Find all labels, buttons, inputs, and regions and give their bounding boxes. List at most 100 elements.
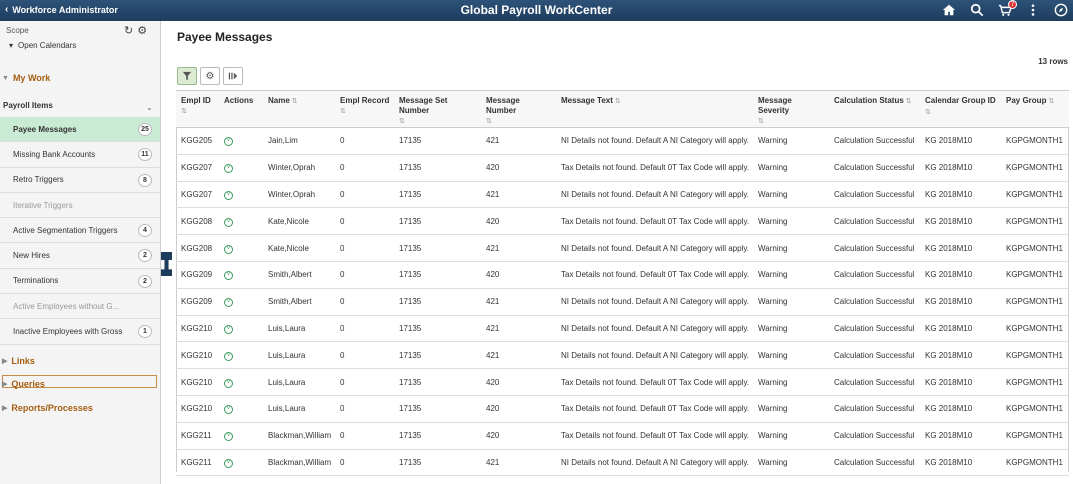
sort-icon[interactable]: ⇅ <box>290 98 298 105</box>
more-icon[interactable] <box>1025 2 1041 18</box>
actions-chevron-icon[interactable]: ˅ <box>224 164 233 174</box>
navbar-icon[interactable] <box>1053 2 1069 18</box>
filter-button[interactable] <box>177 67 197 85</box>
actions-chevron-icon[interactable]: ˅ <box>224 378 233 388</box>
settings-button[interactable]: ⚙ <box>200 67 220 85</box>
open-calendars[interactable]: ▾ Open Calendars <box>9 41 76 50</box>
table-row[interactable]: KGG210 ˅ Luis,Laura 0 17135 420 Tax Details no… <box>176 368 1069 396</box>
column-header[interactable]: Message Number ⇅ <box>482 90 557 128</box>
table-cell: Calculation Successful <box>830 127 921 155</box>
actions-chevron-icon[interactable]: ˅ <box>224 244 233 254</box>
actions-chevron-icon[interactable]: ˅ <box>224 137 233 147</box>
actions-chevron-icon[interactable]: ˅ <box>224 351 233 361</box>
table-row[interactable]: KGG210 ˅ Luis,Laura 0 17135 420 Tax Details no… <box>176 395 1069 423</box>
column-header[interactable]: Actions <box>220 90 264 128</box>
table-row[interactable]: KGG205 ˅ Jain,Lim 0 17135 421 NI Details not f… <box>176 127 1069 155</box>
actions-chevron-icon[interactable]: ˅ <box>224 190 233 200</box>
actions-chevron-icon[interactable]: ˅ <box>224 217 233 227</box>
table-cell: KGG207 <box>176 181 220 209</box>
filter-icon <box>182 71 192 81</box>
payroll-item[interactable]: Payee Messages 25 <box>0 117 160 143</box>
notification-icon[interactable]: 7 <box>997 0 1017 18</box>
sort-icon[interactable]: ⇅ <box>925 109 931 116</box>
sort-icon[interactable]: ⇅ <box>181 108 187 115</box>
payroll-item[interactable]: Missing Bank Accounts 11 <box>0 142 160 168</box>
column-header[interactable]: Message Set Number ⇅ <box>395 90 482 128</box>
actions-cell: ˅ <box>220 315 264 343</box>
gear-icon[interactable]: ⚙ <box>137 24 147 37</box>
payroll-item[interactable]: Retro Triggers 8 <box>0 168 160 193</box>
actions-chevron-icon[interactable]: ˅ <box>224 458 233 468</box>
table-cell: Warning <box>754 154 830 182</box>
table-cell: 420 <box>482 261 557 289</box>
table-cell: 0 <box>336 261 395 289</box>
search-icon[interactable] <box>969 2 985 18</box>
column-toggle-button[interactable] <box>223 67 243 85</box>
payroll-item[interactable]: New Hires 2 <box>0 243 160 269</box>
payroll-item[interactable]: Inactive Employees with Gross 1 <box>0 319 160 345</box>
table-row[interactable]: KGG207 ˅ Winter,Oprah 0 17135 421 NI Details n… <box>176 181 1069 209</box>
sort-icon[interactable]: ⇅ <box>758 118 764 125</box>
table-cell: KG 2018M10 <box>921 395 1002 423</box>
actions-chevron-icon[interactable]: ˅ <box>224 298 233 308</box>
home-icon[interactable] <box>941 2 957 18</box>
actions-cell: ˅ <box>220 422 264 450</box>
table-row[interactable]: KGG209 ˅ Smith,Albert 0 17135 420 Tax Details … <box>176 261 1069 289</box>
sort-icon[interactable]: ⇅ <box>904 98 912 105</box>
chevron-down-icon[interactable]: ⌄ <box>146 103 153 112</box>
payroll-item[interactable]: Terminations 2 <box>0 269 160 295</box>
links-label: Links <box>11 356 35 366</box>
actions-chevron-icon[interactable]: ˅ <box>224 405 233 415</box>
actions-chevron-icon[interactable]: ˅ <box>224 271 233 281</box>
column-header[interactable]: Calendar Group ID ⇅ <box>921 90 1002 128</box>
payroll-item-label: Active Segmentation Triggers <box>13 225 118 235</box>
column-header[interactable]: Message Severity ⇅ <box>754 90 830 128</box>
table-cell: KGPGMONTH1 <box>1002 154 1069 182</box>
table-cell: 0 <box>336 368 395 396</box>
actions-chevron-icon[interactable]: ˅ <box>224 432 233 442</box>
collapse-panel-button[interactable]: ❚❚ <box>159 252 174 276</box>
column-header[interactable]: Pay Group ⇅ <box>1002 90 1069 128</box>
table-row[interactable]: KGG208 ˅ Kate,Nicole 0 17135 420 Tax Details n… <box>176 207 1069 236</box>
table-cell: KG 2018M10 <box>921 449 1002 477</box>
column-header[interactable]: Message Text ⇅ <box>557 90 754 128</box>
table-cell: Luis,Laura <box>264 395 336 423</box>
table-row[interactable]: KGG210 ˅ Luis,Laura 0 17135 421 NI Details not… <box>176 341 1069 370</box>
table-cell: 421 <box>482 315 557 343</box>
links-section[interactable]: ▶ Links <box>0 356 160 366</box>
payroll-item-label: Iterative Triggers <box>13 200 73 210</box>
actions-chevron-icon[interactable]: ˅ <box>224 324 233 334</box>
table-row[interactable]: KGG208 ˅ Kate,Nicole 0 17135 421 NI Details no… <box>176 234 1069 262</box>
count-badge: 8 <box>138 173 152 187</box>
refresh-icon[interactable]: ↻ <box>124 24 133 37</box>
column-header[interactable]: Calculation Status ⇅ <box>830 90 921 128</box>
sort-icon[interactable]: ⇅ <box>486 118 492 125</box>
table-row[interactable]: KGG211 ˅ Blackman,William 0 17135 420 Tax Deta… <box>176 422 1069 450</box>
sort-icon[interactable]: ⇅ <box>1046 98 1054 105</box>
sort-icon[interactable]: ⇅ <box>613 98 621 105</box>
my-work-section[interactable]: ▼ My Work <box>0 73 160 83</box>
table-cell: 0 <box>336 234 395 262</box>
table-cell: Calculation Successful <box>830 207 921 236</box>
queries-section[interactable]: ▶ Queries <box>0 379 160 389</box>
table-row[interactable]: KGG207 ˅ Winter,Oprah 0 17135 420 Tax Details … <box>176 154 1069 182</box>
table-cell: NI Details not found. Default A NI Categ… <box>557 315 754 343</box>
table-cell: Calculation Successful <box>830 449 921 477</box>
reports-section[interactable]: ▶ Reports/Processes <box>0 403 160 413</box>
table-cell: Warning <box>754 181 830 209</box>
table-cell: 420 <box>482 207 557 236</box>
table-row[interactable]: KGG211 ˅ Blackman,William 0 17135 421 NI Detai… <box>176 449 1069 477</box>
column-header[interactable]: Empl Record ⇅ <box>336 90 395 128</box>
sort-icon[interactable]: ⇅ <box>399 118 405 125</box>
table-row[interactable]: KGG209 ˅ Smith,Albert 0 17135 421 NI Details n… <box>176 288 1069 316</box>
column-header[interactable]: Name ⇅ <box>264 90 336 128</box>
open-calendars-label: Open Calendars <box>18 41 77 50</box>
table-row[interactable]: KGG210 ˅ Luis,Laura 0 17135 421 NI Details not… <box>176 315 1069 343</box>
column-header[interactable]: Empl ID ⇅ <box>176 90 220 128</box>
column-header-label: Number <box>486 106 517 115</box>
sort-icon[interactable]: ⇅ <box>340 108 346 115</box>
column-header-label: Message Text <box>561 96 613 105</box>
left-panel: Scope ↻ ⚙ ▾ Open Calendars ▼ My Work Pay… <box>0 21 161 484</box>
table-cell: 0 <box>336 395 395 423</box>
payroll-item[interactable]: Active Segmentation Triggers 4 <box>0 218 160 244</box>
